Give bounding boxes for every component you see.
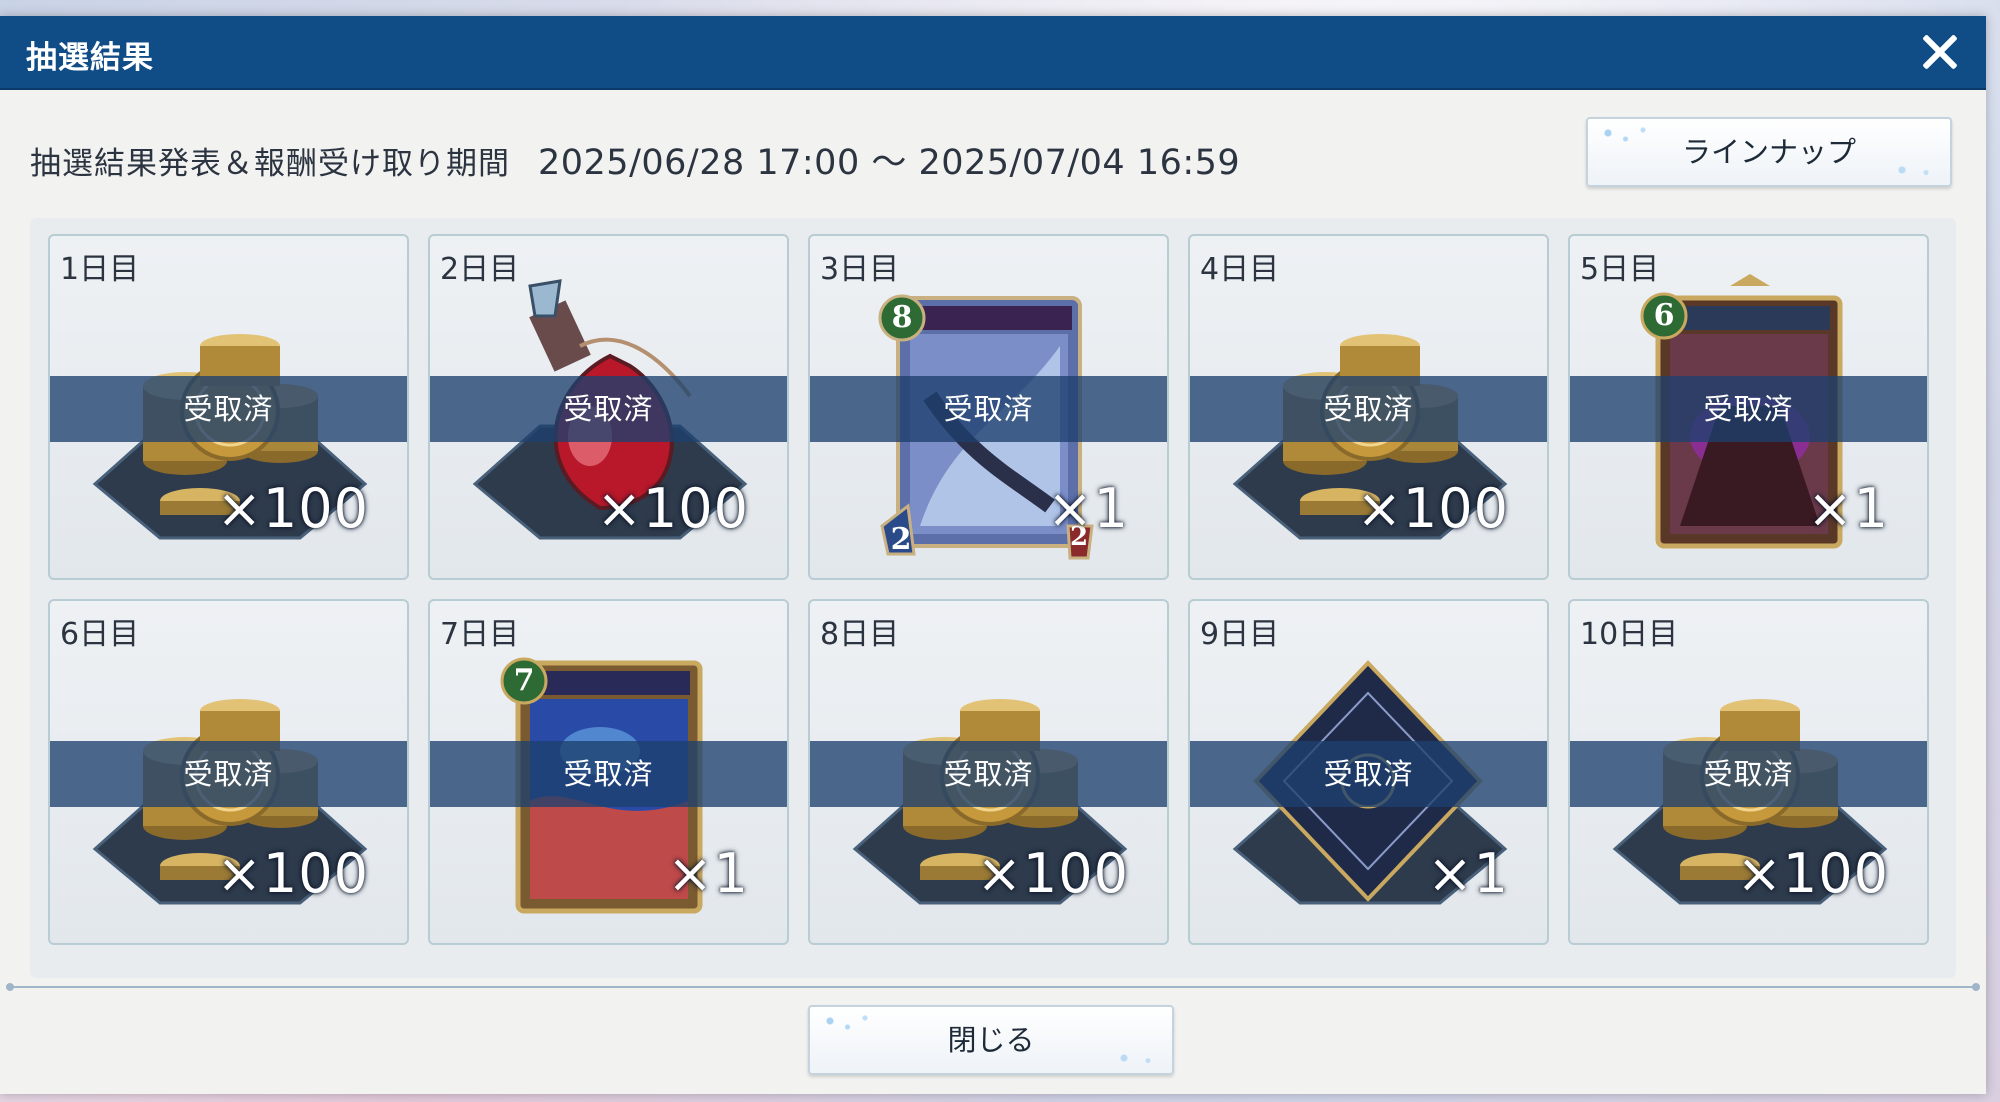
- received-status-band: 受取済: [430, 741, 787, 807]
- received-status-band: 受取済: [1190, 376, 1547, 442]
- reward-day-label: 3日目: [820, 252, 900, 287]
- reward-grid: 1日目 受取済 ×100 2日目 受取済 ×100 3日目 8 2 2 受取済 …: [30, 218, 1956, 978]
- lineup-button[interactable]: ラインナップ: [1586, 117, 1952, 187]
- reward-card-day10[interactable]: 10日目 受取済 ×100: [1568, 599, 1929, 945]
- dialog-title: 抽選結果: [26, 40, 154, 76]
- close-x-icon[interactable]: [1916, 28, 1964, 76]
- reward-quantity: ×1: [1047, 477, 1129, 540]
- sparkle-decoration: [1106, 1045, 1166, 1071]
- reward-day-label: 2日目: [440, 252, 520, 287]
- reward-card-day7[interactable]: 7日目 7 受取済 ×1: [428, 599, 789, 945]
- reward-quantity: ×100: [596, 477, 749, 540]
- reward-day-label: 9日目: [1200, 617, 1280, 652]
- reward-quantity: ×100: [216, 842, 369, 905]
- reward-card-day4[interactable]: 4日目 受取済 ×100: [1188, 234, 1549, 580]
- received-status-band: 受取済: [1190, 741, 1547, 807]
- reward-card-day9[interactable]: 9日目 受取済 ×1: [1188, 599, 1549, 945]
- reward-card-day1[interactable]: 1日目 受取済 ×100: [48, 234, 409, 580]
- reward-quantity: ×1: [667, 842, 749, 905]
- reward-day-label: 5日目: [1580, 252, 1660, 287]
- received-status-band: 受取済: [430, 376, 787, 442]
- received-status-band: 受取済: [1570, 376, 1927, 442]
- received-status-band: 受取済: [810, 376, 1167, 442]
- period-info: 抽選結果発表＆報酬受け取り期間 2025/06/28 17:00 ～ 2025/0…: [30, 134, 1240, 185]
- divider: [6, 983, 1980, 991]
- reward-quantity: ×100: [976, 842, 1129, 905]
- close-button-label: 閉じる: [947, 1023, 1035, 1057]
- close-button[interactable]: 閉じる: [808, 1005, 1174, 1075]
- reward-day-label: 6日目: [60, 617, 140, 652]
- lottery-result-dialog: 抽選結果 抽選結果発表＆報酬受け取り期間 2025/06/28 17:00 ～ 2…: [0, 16, 1986, 1094]
- received-status-band: 受取済: [50, 741, 407, 807]
- reward-card-day3[interactable]: 3日目 8 2 2 受取済 ×1: [808, 234, 1169, 580]
- reward-card-day8[interactable]: 8日目 受取済 ×100: [808, 599, 1169, 945]
- reward-quantity: ×100: [1736, 842, 1889, 905]
- reward-day-label: 7日目: [440, 617, 520, 652]
- card-cost-badge: 8: [891, 300, 913, 335]
- reward-quantity: ×1: [1807, 477, 1889, 540]
- reward-day-label: 8日目: [820, 617, 900, 652]
- reward-quantity: ×100: [1356, 477, 1509, 540]
- sparkle-decoration: [1594, 121, 1664, 151]
- reward-day-label: 10日目: [1580, 617, 1679, 652]
- dialog-titlebar: 抽選結果: [0, 16, 1986, 90]
- reward-day-label: 4日目: [1200, 252, 1280, 287]
- card-attack-badge: 2: [890, 522, 912, 557]
- reward-card-day6[interactable]: 6日目 受取済 ×100: [48, 599, 409, 945]
- card-cost-badge: 6: [1653, 298, 1675, 333]
- card-cost-badge: 7: [513, 663, 535, 698]
- period-range: 2025/06/28 17:00 ～ 2025/07/04 16:59: [538, 143, 1241, 183]
- reward-quantity: ×1: [1427, 842, 1509, 905]
- reward-card-day2[interactable]: 2日目 受取済 ×100: [428, 234, 789, 580]
- period-label: 抽選結果発表＆報酬受け取り期間: [30, 146, 510, 182]
- lineup-button-label: ラインナップ: [1681, 135, 1856, 169]
- received-status-band: 受取済: [50, 376, 407, 442]
- sparkle-decoration: [816, 1009, 886, 1039]
- received-status-band: 受取済: [1570, 741, 1927, 807]
- reward-day-label: 1日目: [60, 252, 140, 287]
- sparkle-decoration: [1884, 157, 1944, 183]
- reward-quantity: ×100: [216, 477, 369, 540]
- reward-card-day5[interactable]: 5日目 6 受取済 ×1: [1568, 234, 1929, 580]
- received-status-band: 受取済: [810, 741, 1167, 807]
